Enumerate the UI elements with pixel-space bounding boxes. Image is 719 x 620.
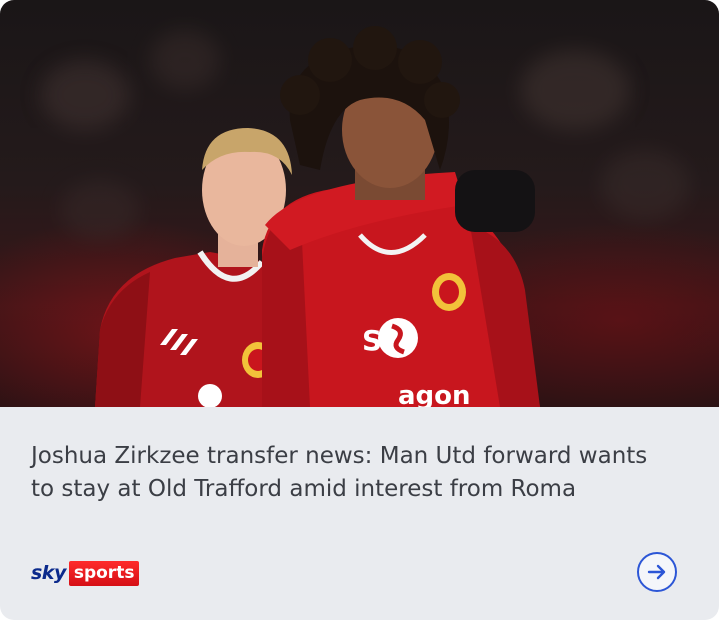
players-illustration: S agon: [95, 26, 540, 407]
sky-sports-logo: sky sports: [31, 560, 140, 586]
open-article-button[interactable]: [637, 552, 677, 592]
zirkzee-figure: S agon: [262, 26, 540, 407]
article-photo[interactable]: S agon: [0, 0, 719, 407]
article-headline[interactable]: Joshua Zirkzee transfer news: Man Utd fo…: [31, 440, 671, 506]
shirt-sponsor-text: agon: [398, 381, 471, 407]
arrow-right-icon: [647, 564, 666, 580]
logo-sports-text: sports: [68, 560, 140, 586]
logo-sky-text: sky: [31, 562, 66, 584]
news-card[interactable]: S agon Joshua Zirkzee transfer news: Man…: [0, 0, 719, 620]
